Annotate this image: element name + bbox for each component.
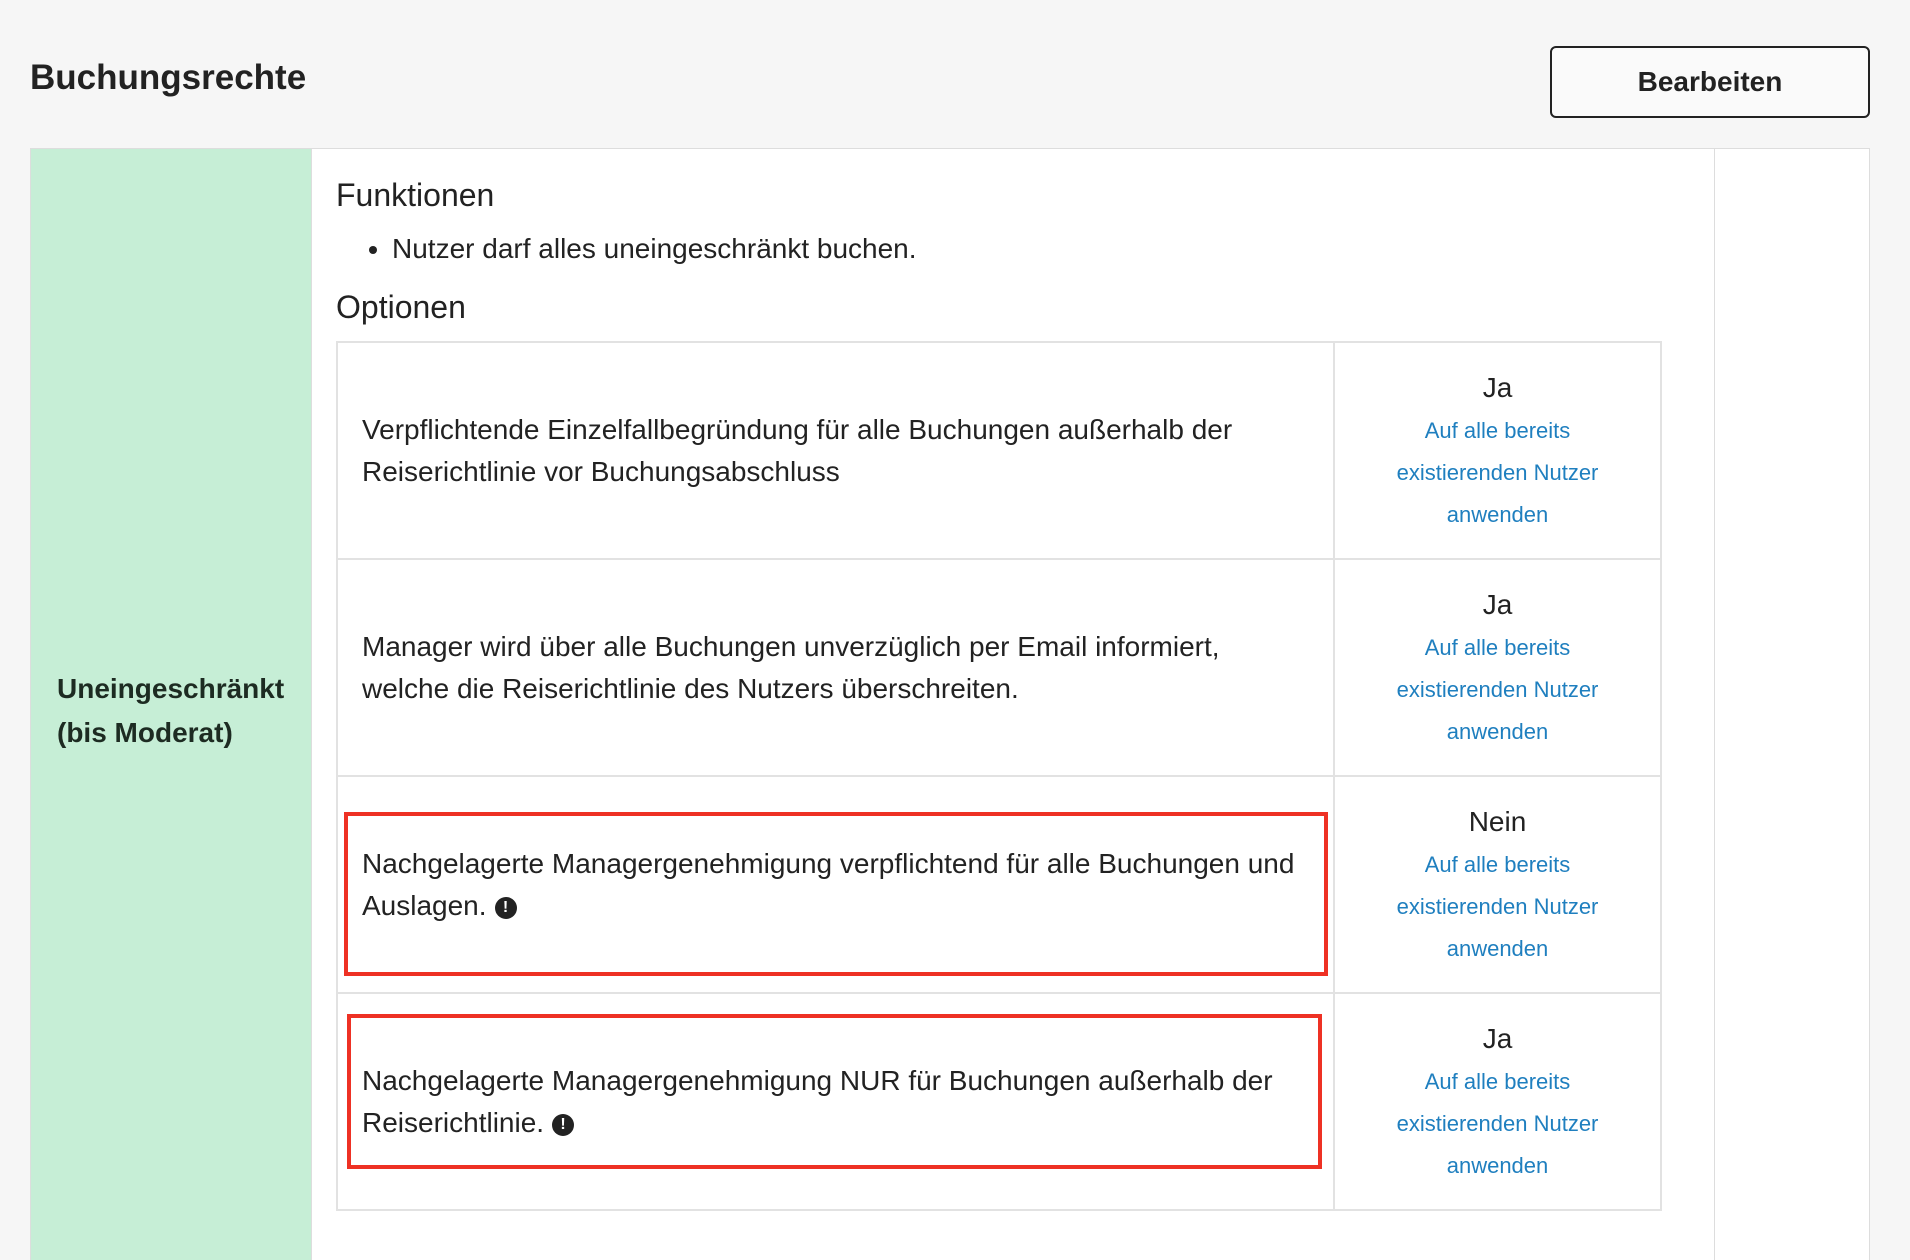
option-row: Nachgelagerte Managergenehmigung verpfli… — [336, 775, 1662, 994]
option-value: Ja — [1482, 371, 1513, 403]
function-item: Nutzer darf alles uneingeschränkt buchen… — [392, 229, 917, 269]
apply-to-existing-users-link[interactable]: Auf alle bereits existierenden Nutzer an… — [1378, 627, 1618, 753]
exclamation-circle-icon[interactable]: ! — [494, 896, 517, 919]
content-column: Funktionen Nutzer darf alles uneingeschr… — [311, 149, 1715, 1260]
option-row: Nachgelagerte Managergenehmigung NUR für… — [336, 992, 1662, 1211]
page-title: Buchungsrechte — [30, 58, 307, 97]
edit-button[interactable]: Bearbeiten — [1550, 46, 1870, 118]
option-description-cell: Nachgelagerte Managergenehmigung NUR für… — [336, 992, 1335, 1211]
apply-to-existing-users-link[interactable]: Auf alle bereits existierenden Nutzer an… — [1378, 844, 1618, 970]
apply-to-existing-users-link[interactable]: Auf alle bereits existierenden Nutzer an… — [1378, 410, 1618, 536]
option-value: Nein — [1468, 805, 1527, 837]
booking-rights-panel: Uneingeschränkt (bis Moderat) Funktionen… — [30, 148, 1870, 1260]
option-description: Verpflichtende Einzelfallbegründung für … — [362, 413, 1233, 487]
apply-to-existing-users-link[interactable]: Auf alle bereits existierenden Nutzer an… — [1378, 1061, 1618, 1187]
option-value: Ja — [1482, 1022, 1513, 1054]
option-value-cell: Ja Auf alle bereits existierenden Nutzer… — [1333, 992, 1662, 1211]
exclamation-circle-icon[interactable]: ! — [552, 1113, 575, 1136]
options-heading: Optionen — [336, 289, 466, 325]
functions-list: Nutzer darf alles uneingeschränkt buchen… — [336, 229, 917, 269]
page-header: Buchungsrechte Bearbeiten — [30, 46, 1870, 118]
option-value-cell: Ja Auf alle bereits existierenden Nutzer… — [1333, 558, 1662, 777]
options-table: Verpflichtende Einzelfallbegründung für … — [336, 341, 1662, 1211]
option-row: Manager wird über alle Buchungen unverzü… — [336, 558, 1662, 777]
option-description: Nachgelagerte Managergenehmigung NUR für… — [362, 1064, 1273, 1138]
option-value-cell: Ja Auf alle bereits existierenden Nutzer… — [1333, 341, 1662, 560]
option-description-cell: Nachgelagerte Managergenehmigung verpfli… — [336, 775, 1335, 994]
level-label: Uneingeschränkt (bis Moderat) — [57, 673, 285, 748]
option-value-cell: Nein Auf alle bereits existierenden Nutz… — [1333, 775, 1662, 994]
option-description-cell: Verpflichtende Einzelfallbegründung für … — [336, 341, 1335, 560]
option-description: Manager wird über alle Buchungen unverzü… — [362, 630, 1220, 704]
option-value: Ja — [1482, 588, 1513, 620]
option-description-cell: Manager wird über alle Buchungen unverzü… — [336, 558, 1335, 777]
level-column: Uneingeschränkt (bis Moderat) — [31, 149, 311, 1260]
option-row: Verpflichtende Einzelfallbegründung für … — [336, 341, 1662, 560]
functions-heading: Funktionen — [336, 177, 495, 213]
